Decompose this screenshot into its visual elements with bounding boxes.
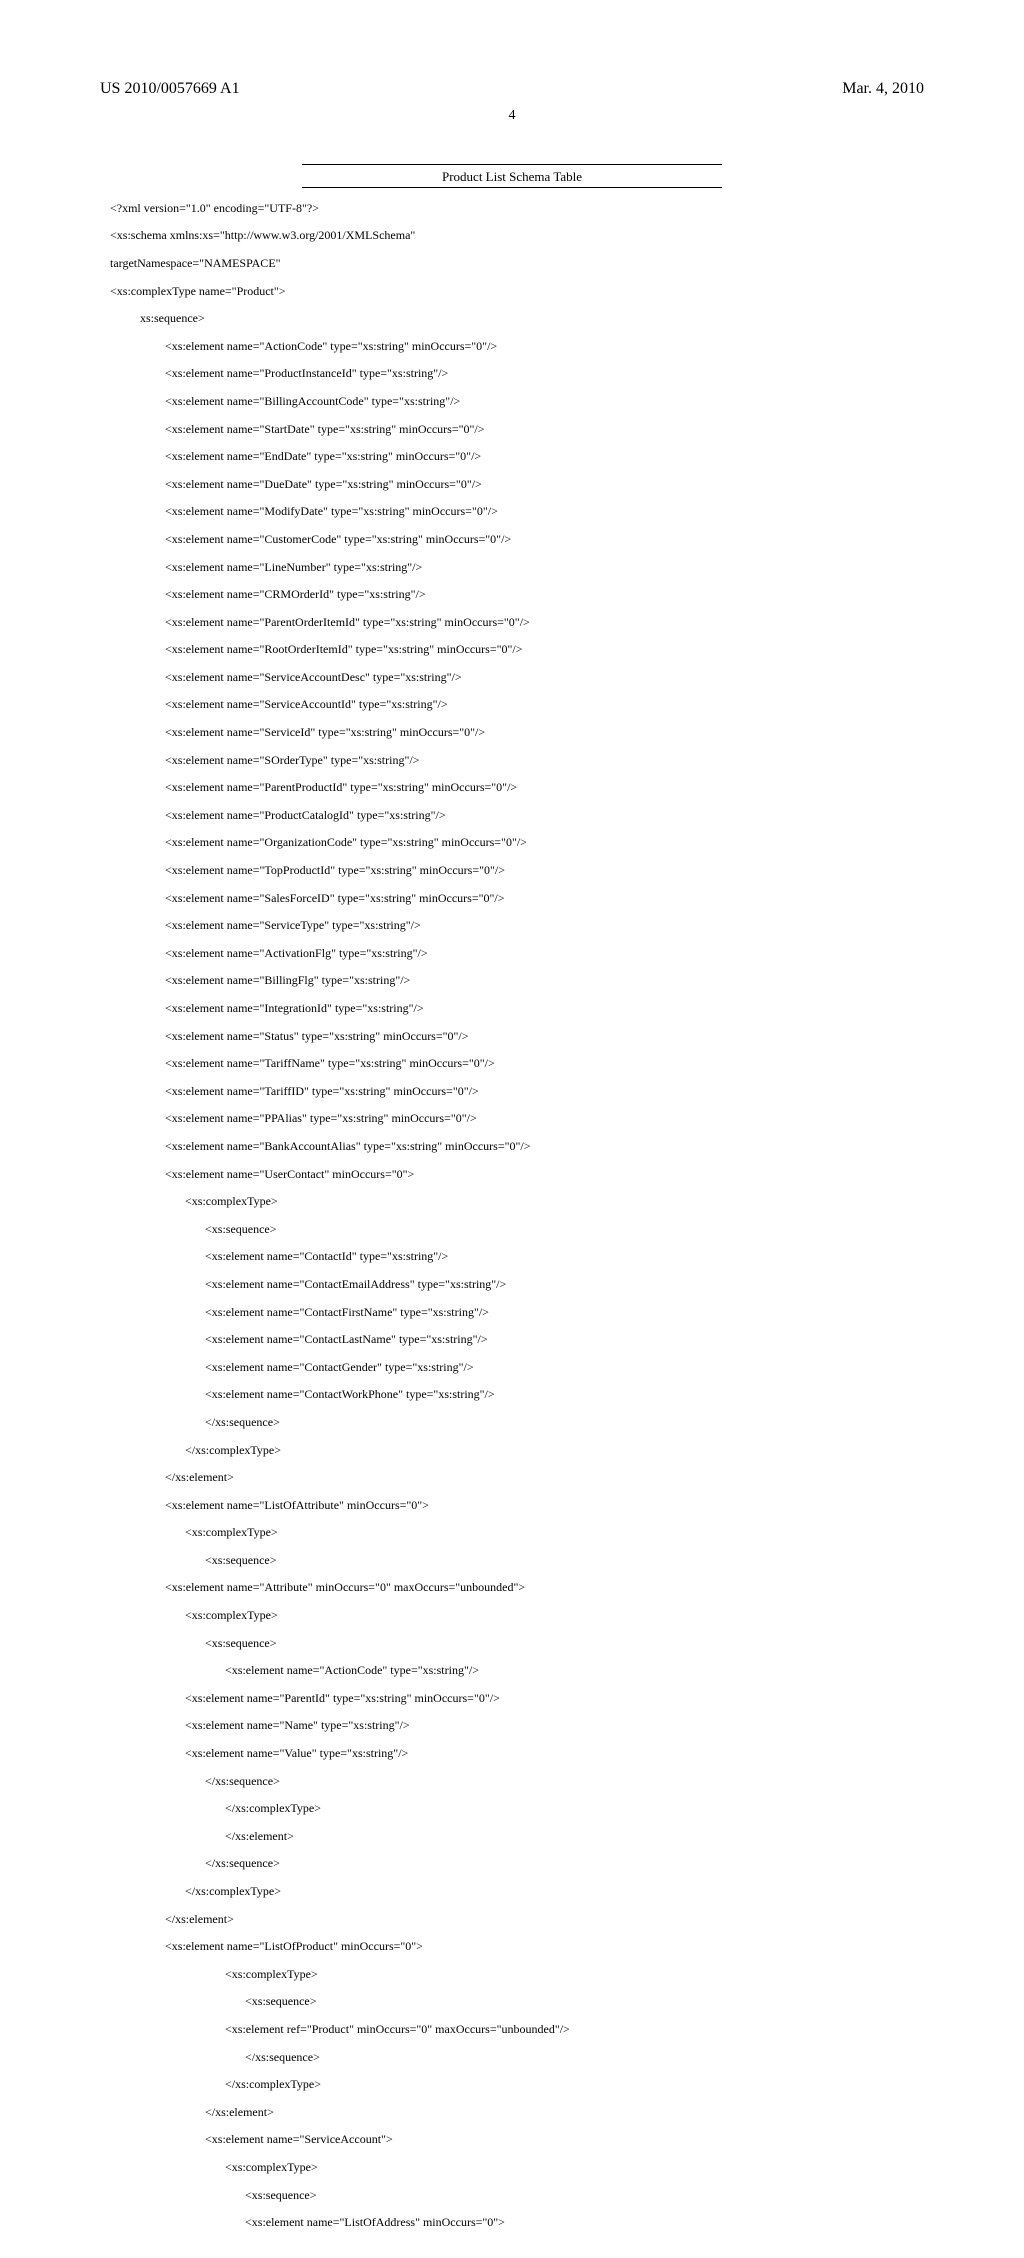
code-line: <xs:element name="BillingFlg" type="xs:s… <box>110 974 924 988</box>
code-line: <xs:element name="BillingAccountCode" ty… <box>110 395 924 409</box>
code-line: <xs:element name="StartDate" type="xs:st… <box>110 423 924 437</box>
code-line: <xs:element name="ParentProductId" type=… <box>110 781 924 795</box>
code-line: <xs:element name="ContactLastName" type=… <box>110 1333 924 1347</box>
code-line: <xs:element name="ActionCode" type="xs:s… <box>110 340 924 354</box>
code-line: <xs:element name="IntegrationId" type="x… <box>110 1002 924 1016</box>
code-line: </xs:element> <box>110 1913 924 1927</box>
code-line: <xs:element name="ServiceId" type="xs:st… <box>110 726 924 740</box>
code-line: <xs:complexType> <box>110 1526 924 1540</box>
code-line: <xs:schema xmlns:xs="http://www.w3.org/2… <box>110 229 924 243</box>
code-line: <xs:element name="TariffID" type="xs:str… <box>110 1085 924 1099</box>
code-line: <xs:element name="ServiceType" type="xs:… <box>110 919 924 933</box>
publication-date: Mar. 4, 2010 <box>842 80 924 98</box>
code-line: <xs:complexType> <box>110 2161 924 2175</box>
code-line: <xs:element name="ContactEmailAddress" t… <box>110 1278 924 1292</box>
code-line: <xs:element name="BankAccountAlias" type… <box>110 1140 924 1154</box>
code-line: <xs:element name="SOrderType" type="xs:s… <box>110 754 924 768</box>
code-line: <xs:element name="ListOfProduct" minOccu… <box>110 1940 924 1954</box>
code-line: <xs:element name="TariffName" type="xs:s… <box>110 1057 924 1071</box>
code-line: <xs:element name="ProductCatalogId" type… <box>110 809 924 823</box>
code-line: <xs:element name="ServiceAccountDesc" ty… <box>110 671 924 685</box>
code-line: <xs:element name="ParentId" type="xs:str… <box>110 1692 924 1706</box>
code-line: <xs:complexType> <box>110 1609 924 1623</box>
code-line: <xs:element name="TopProductId" type="xs… <box>110 864 924 878</box>
code-line: </xs:sequence> <box>110 1857 924 1871</box>
code-line: <xs:element name="SalesForceID" type="xs… <box>110 892 924 906</box>
table-rule-top <box>302 164 722 165</box>
code-line: <xs:element name="ListOfAddress" minOccu… <box>110 2216 924 2230</box>
code-line: <xs:sequence> <box>110 1995 924 2009</box>
code-line: <xs:element name="OrganizationCode" type… <box>110 836 924 850</box>
code-line: <xs:element name="Value" type="xs:string… <box>110 1747 924 1761</box>
code-line: <xs:element name="ActionCode" type="xs:s… <box>110 1664 924 1678</box>
code-line: </xs:element> <box>110 1471 924 1485</box>
code-line: <xs:element name="ActivationFlg" type="x… <box>110 947 924 961</box>
code-line: <xs:complexType name="Product"> <box>110 285 924 299</box>
code-line: targetNamespace="NAMESPACE" <box>110 257 924 271</box>
code-line: xs:sequence> <box>110 312 924 326</box>
code-line: <xs:element name="DueDate" type="xs:stri… <box>110 478 924 492</box>
code-line: </xs:complexType> <box>110 1444 924 1458</box>
publication-number: US 2010/0057669 A1 <box>100 80 240 98</box>
code-line: <xs:element name="ServiceAccountId" type… <box>110 698 924 712</box>
code-line: </xs:sequence> <box>110 1775 924 1789</box>
code-line: <xs:element name="UserContact" minOccurs… <box>110 1168 924 1182</box>
code-line: <xs:element name="ParentOrderItemId" typ… <box>110 616 924 630</box>
page-header: US 2010/0057669 A1 Mar. 4, 2010 <box>100 80 924 98</box>
schema-code-block: <?xml version="1.0" encoding="UTF-8"?> <… <box>110 188 924 2258</box>
code-line: <xs:element name="ContactWorkPhone" type… <box>110 1388 924 1402</box>
code-line: </xs:sequence> <box>110 2051 924 2065</box>
code-line: <xs:element name="ContactId" type="xs:st… <box>110 1250 924 1264</box>
code-line: </xs:complexType> <box>110 2078 924 2092</box>
code-line: <xs:element name="CRMOrderId" type="xs:s… <box>110 588 924 602</box>
code-line: <xs:sequence> <box>110 1223 924 1237</box>
code-line: <xs:element name="Status" type="xs:strin… <box>110 1030 924 1044</box>
code-line: </xs:element> <box>110 1830 924 1844</box>
code-line: <xs:element name="EndDate" type="xs:stri… <box>110 450 924 464</box>
code-line: <xs:element name="RootOrderItemId" type=… <box>110 643 924 657</box>
code-line: <xs:element ref="Product" minOccurs="0" … <box>110 2023 924 2037</box>
table-title: Product List Schema Table <box>100 169 924 185</box>
code-line: <xs:element name="CustomerCode" type="xs… <box>110 533 924 547</box>
code-line: <xs:sequence> <box>110 2189 924 2203</box>
code-line: <xs:sequence> <box>110 1637 924 1651</box>
code-line: <xs:complexType> <box>110 1968 924 1982</box>
patent-page: US 2010/0057669 A1 Mar. 4, 2010 4 Produc… <box>0 0 1024 1320</box>
code-line: <xs:element name="ContactGender" type="x… <box>110 1361 924 1375</box>
page-number: 4 <box>100 108 924 124</box>
code-line: </xs:element> <box>110 2106 924 2120</box>
code-line: <xs:element name="LineNumber" type="xs:s… <box>110 561 924 575</box>
code-line: <xs:element name="Name" type="xs:string"… <box>110 1719 924 1733</box>
code-line: </xs:complexType> <box>110 1885 924 1899</box>
code-line: <xs:element name="ProductInstanceId" typ… <box>110 367 924 381</box>
code-line: <xs:element name="ContactFirstName" type… <box>110 1306 924 1320</box>
code-line: <xs:element name="ServiceAccount"> <box>110 2133 924 2147</box>
code-line: </xs:sequence> <box>110 1416 924 1430</box>
code-line: <xs:element name="PPAlias" type="xs:stri… <box>110 1112 924 1126</box>
code-line: <xs:complexType> <box>110 1195 924 1209</box>
code-line: <xs:element name="Attribute" minOccurs="… <box>110 1581 924 1595</box>
code-line: <xs:element name="ListOfAttribute" minOc… <box>110 1499 924 1513</box>
code-line: <xs:element name="ModifyDate" type="xs:s… <box>110 505 924 519</box>
code-line: <xs:sequence> <box>110 1554 924 1568</box>
code-line: <?xml version="1.0" encoding="UTF-8"?> <box>110 202 924 216</box>
code-line: </xs:complexType> <box>110 1802 924 1816</box>
